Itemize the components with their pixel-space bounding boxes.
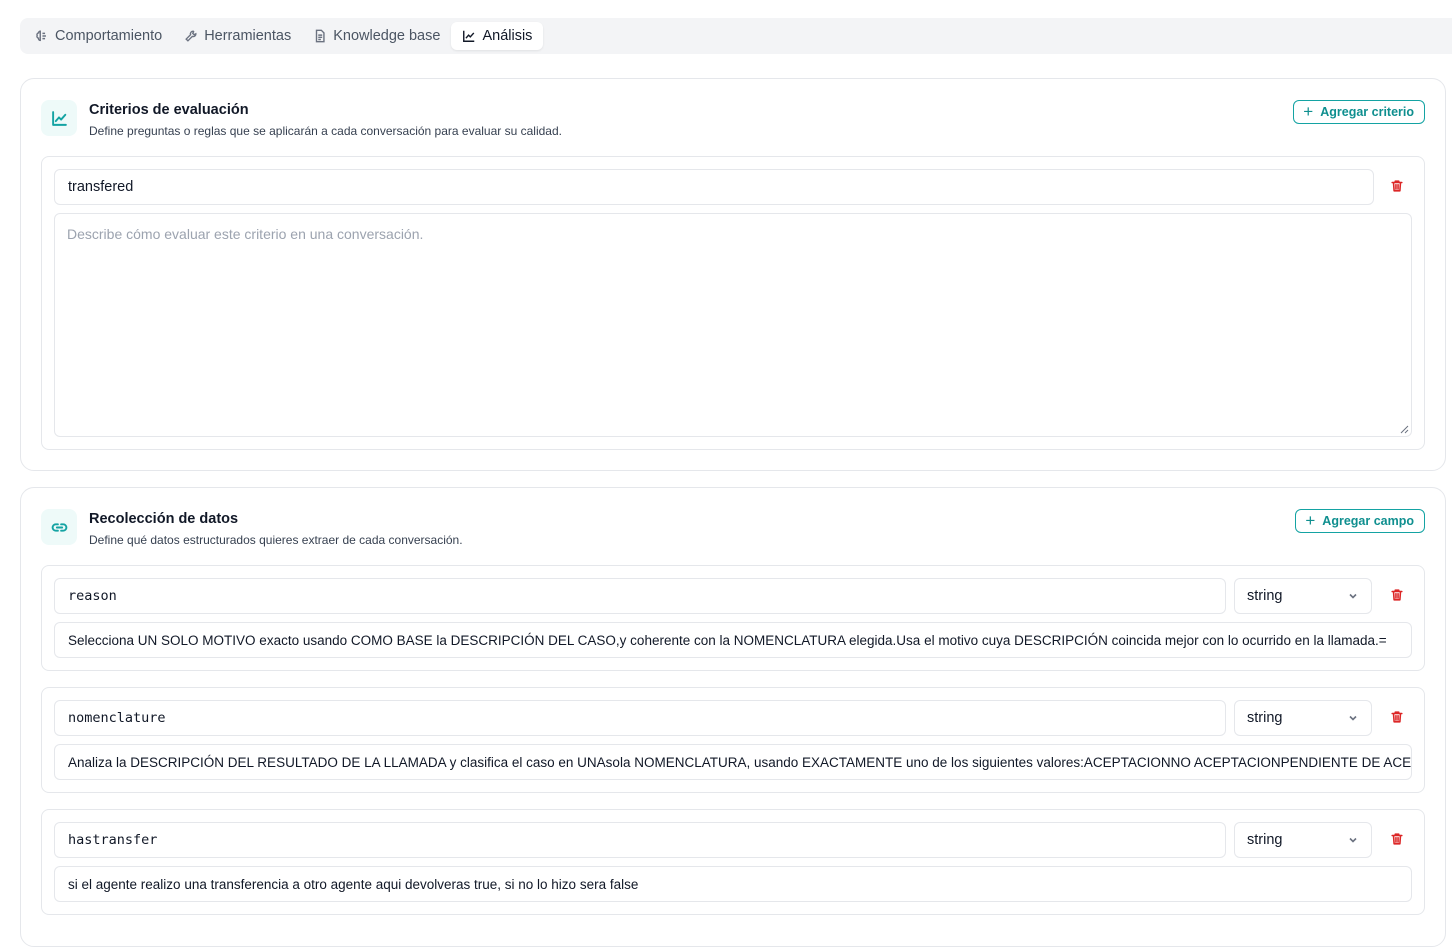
section-title: Criterios de evaluación — [89, 102, 249, 118]
section-title: Recolección de datos — [89, 511, 239, 527]
criterion-name-input[interactable]: transfered — [54, 169, 1374, 205]
field-name-input[interactable]: nomenclature — [54, 700, 1226, 736]
delete-field-button[interactable] — [1390, 832, 1406, 848]
section-description: Define preguntas o reglas que se aplicar… — [89, 124, 562, 138]
trash-icon — [1391, 589, 1403, 601]
plus-icon: + — [1305, 510, 1316, 530]
button-label: Agregar criterio — [1320, 105, 1414, 119]
tab-label: Análisis — [482, 28, 533, 44]
field-name-input[interactable]: hastransfer — [54, 822, 1226, 858]
trash-icon — [1391, 180, 1403, 192]
chart-icon — [41, 100, 77, 136]
tab-label: Comportamiento — [55, 28, 163, 44]
criterion-item: transfered Describe cómo evaluar este cr… — [41, 156, 1425, 450]
delete-criterion-button[interactable] — [1390, 179, 1406, 195]
chart-icon — [463, 30, 475, 42]
add-criterion-button[interactable]: + Agregar criterio — [1293, 100, 1425, 124]
plus-icon: + — [1303, 101, 1314, 121]
field-type-select[interactable]: string — [1234, 822, 1372, 858]
tab-comportamiento[interactable]: Comportamiento — [24, 22, 173, 50]
tab-label: Knowledge base — [333, 28, 441, 44]
criteria-card: Criterios de evaluación Define preguntas… — [20, 78, 1446, 471]
resize-handle-icon[interactable] — [1400, 425, 1409, 434]
tab-analisis[interactable]: Análisis — [451, 22, 544, 50]
data-field-item: hastransfer string si el agente realizo … — [41, 809, 1425, 915]
chevron-down-icon — [1349, 593, 1357, 599]
brain-icon — [36, 30, 46, 42]
field-description-input[interactable]: si el agente realizo una transferencia a… — [54, 866, 1412, 902]
data-field-item: reason string Selecciona UN SOLO MOTIVO … — [41, 565, 1425, 671]
trash-icon — [1391, 711, 1403, 723]
field-name-input[interactable]: reason — [54, 578, 1226, 614]
tab-bar: Comportamiento Herramientas Knowledge ba… — [20, 18, 1452, 54]
field-description-input[interactable]: Analiza la DESCRIPCIÓN DEL RESULTADO DE … — [54, 744, 1412, 780]
chevron-down-icon — [1349, 715, 1357, 721]
wrench-icon — [185, 30, 197, 42]
document-icon — [316, 29, 325, 43]
trash-icon — [1391, 833, 1403, 845]
select-value: string — [1247, 710, 1283, 726]
button-label: Agregar campo — [1322, 514, 1414, 528]
criterion-description-textarea[interactable]: Describe cómo evaluar este criterio en u… — [54, 213, 1412, 437]
tab-label: Herramientas — [204, 28, 292, 44]
field-type-select[interactable]: string — [1234, 578, 1372, 614]
link-icon — [41, 509, 77, 545]
tab-herramientas[interactable]: Herramientas — [173, 22, 302, 50]
chevron-down-icon — [1349, 837, 1357, 843]
tab-knowledge-base[interactable]: Knowledge base — [302, 22, 451, 50]
field-description-input[interactable]: Selecciona UN SOLO MOTIVO exacto usando … — [54, 622, 1412, 658]
textarea-placeholder: Describe cómo evaluar este criterio en u… — [67, 226, 424, 242]
select-value: string — [1247, 832, 1283, 848]
delete-field-button[interactable] — [1390, 710, 1406, 726]
section-description: Define qué datos estructurados quieres e… — [89, 533, 463, 547]
select-value: string — [1247, 588, 1283, 604]
add-field-button[interactable]: + Agregar campo — [1295, 509, 1425, 533]
data-collection-card: Recolección de datos Define qué datos es… — [20, 487, 1446, 947]
delete-field-button[interactable] — [1390, 588, 1406, 604]
field-type-select[interactable]: string — [1234, 700, 1372, 736]
data-field-item: nomenclature string Analiza la DESCRIPCI… — [41, 687, 1425, 793]
